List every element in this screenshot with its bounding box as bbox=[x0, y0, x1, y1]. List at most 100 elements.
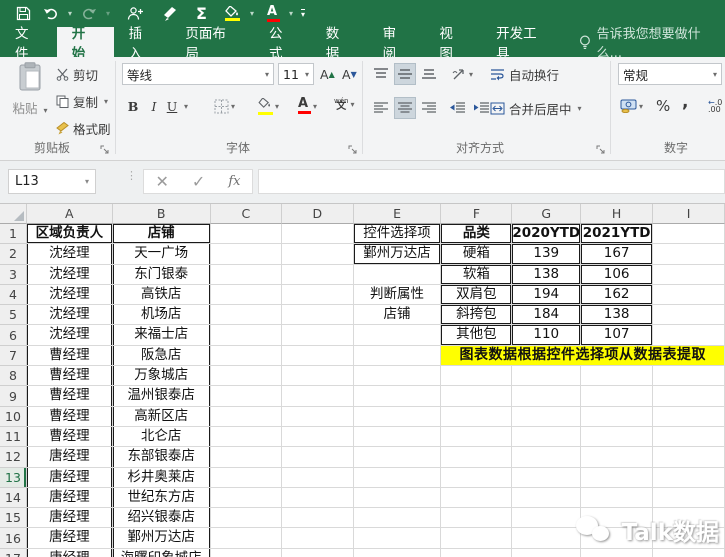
row-header-14[interactable]: 14 bbox=[0, 487, 27, 509]
cell-H17[interactable] bbox=[581, 548, 654, 557]
col-header-D[interactable]: D bbox=[282, 204, 354, 224]
cell-C3[interactable] bbox=[210, 264, 283, 285]
cell-D3[interactable] bbox=[282, 264, 354, 285]
cell-A12[interactable]: 唐经理 bbox=[26, 447, 113, 468]
cell-G6[interactable]: 110 bbox=[512, 325, 582, 346]
comma-style-button[interactable]: , bbox=[680, 91, 690, 113]
cell-C5[interactable] bbox=[210, 305, 283, 326]
cell-G12[interactable] bbox=[512, 447, 582, 468]
wrap-text-button[interactable]: 自动换行 bbox=[490, 64, 559, 84]
borders-button[interactable]: ▾ bbox=[212, 95, 237, 117]
cell-I13[interactable] bbox=[653, 467, 725, 488]
cell-D10[interactable] bbox=[282, 406, 354, 427]
cell-I17[interactable] bbox=[653, 548, 725, 557]
cell-H3[interactable]: 106 bbox=[581, 264, 654, 285]
cell-E16[interactable] bbox=[353, 528, 442, 549]
row-header-2[interactable]: 2 bbox=[0, 244, 27, 265]
cell-H8[interactable] bbox=[581, 366, 654, 387]
merge-center-button[interactable]: 合并后居中 ▾ bbox=[490, 98, 582, 118]
cell-F8[interactable] bbox=[441, 366, 513, 387]
cell-C11[interactable] bbox=[210, 426, 283, 448]
cell-G16[interactable] bbox=[512, 528, 582, 549]
row-header-1[interactable]: 1 bbox=[0, 224, 27, 245]
bottom-align-button[interactable] bbox=[418, 63, 440, 85]
cell-B11[interactable]: 北仑店 bbox=[112, 426, 211, 448]
cell-C2[interactable] bbox=[210, 244, 283, 265]
cell-D12[interactable] bbox=[282, 447, 354, 468]
cell-E15[interactable] bbox=[353, 508, 442, 529]
col-header-G[interactable]: G bbox=[512, 204, 582, 224]
yellow-note-cell[interactable]: 图表数据根据控件选择项从数据表提取 bbox=[441, 345, 725, 367]
cell-F17[interactable] bbox=[441, 548, 513, 557]
cell-F5[interactable]: 斜挎包 bbox=[441, 305, 513, 326]
cell-G15[interactable] bbox=[512, 508, 582, 529]
row-header-10[interactable]: 10 bbox=[0, 406, 27, 427]
col-header-F[interactable]: F bbox=[441, 204, 513, 224]
cell-D17[interactable] bbox=[282, 548, 354, 557]
cell-C12[interactable] bbox=[210, 447, 283, 468]
underline-dropdown-icon[interactable]: ▾ bbox=[184, 102, 188, 111]
cell-A17[interactable]: 唐经理 bbox=[27, 548, 113, 557]
cell-C7[interactable] bbox=[210, 345, 283, 367]
cell-I1[interactable] bbox=[653, 224, 725, 245]
cell-I14[interactable] bbox=[653, 487, 725, 509]
cell-H1[interactable]: 2021YTD bbox=[581, 224, 654, 245]
cell-A4[interactable]: 沈经理 bbox=[26, 284, 113, 306]
formula-bar-resize-handle[interactable]: ⋮ bbox=[126, 170, 137, 181]
cell-F9[interactable] bbox=[441, 386, 513, 407]
cell-H14[interactable] bbox=[581, 487, 654, 509]
cell-E14[interactable] bbox=[353, 487, 442, 509]
cell-F15[interactable] bbox=[441, 508, 513, 529]
cell-I9[interactable] bbox=[653, 386, 725, 407]
col-header-B[interactable]: B bbox=[112, 204, 211, 224]
cell-B16[interactable]: 鄞州万达店 bbox=[112, 528, 211, 549]
cell-E4[interactable]: 判断属性 bbox=[353, 284, 442, 306]
row-header-13[interactable]: 13 bbox=[0, 467, 27, 488]
cell-G13[interactable] bbox=[512, 467, 582, 488]
tab-insert[interactable]: 插入 bbox=[114, 26, 171, 62]
font-color-button[interactable]: A ▾ bbox=[296, 95, 319, 117]
cell-A1[interactable]: 区域负责人 bbox=[26, 224, 113, 245]
cell-G4[interactable]: 194 bbox=[512, 284, 582, 306]
cell-D5[interactable] bbox=[282, 305, 354, 326]
cell-G8[interactable] bbox=[512, 366, 582, 387]
row-header-17[interactable]: 17 bbox=[0, 548, 27, 557]
cell-I5[interactable] bbox=[653, 305, 725, 326]
cell-I6[interactable] bbox=[653, 325, 725, 346]
col-header-C[interactable]: C bbox=[210, 204, 283, 224]
tell-me-box[interactable]: 告诉我您想要做什么... bbox=[579, 27, 725, 61]
tab-file[interactable]: 文件 bbox=[0, 26, 57, 62]
cell-A10[interactable]: 曹经理 bbox=[26, 406, 113, 427]
cell-B7[interactable]: 阪急店 bbox=[112, 345, 211, 367]
number-format-select[interactable]: 常规 ▾ bbox=[618, 63, 722, 85]
cell-B5[interactable]: 机场店 bbox=[112, 305, 211, 326]
cell-G14[interactable] bbox=[512, 487, 582, 509]
cell-B13[interactable]: 杉井奥莱店 bbox=[112, 467, 211, 488]
fill-color-dropdown-icon[interactable]: ▾ bbox=[249, 9, 255, 18]
tab-developer[interactable]: 开发工具 bbox=[481, 26, 565, 62]
cell-E1[interactable]: 控件选择项 bbox=[353, 224, 442, 245]
cell-E3[interactable] bbox=[353, 264, 442, 285]
cell-E5[interactable]: 店铺 bbox=[353, 305, 442, 326]
cell-F2[interactable]: 硬箱 bbox=[441, 244, 513, 265]
cell-A15[interactable]: 唐经理 bbox=[26, 508, 113, 529]
cell-G3[interactable]: 138 bbox=[512, 264, 582, 285]
tab-home[interactable]: 开始 bbox=[56, 26, 114, 62]
insert-function-icon[interactable]: fx bbox=[228, 174, 240, 189]
col-header-A[interactable]: A bbox=[26, 204, 113, 224]
col-header-I[interactable]: I bbox=[653, 204, 725, 224]
cell-B15[interactable]: 绍兴银泰店 bbox=[112, 508, 211, 529]
cell-F11[interactable] bbox=[441, 426, 513, 448]
top-align-button[interactable] bbox=[370, 63, 392, 85]
cell-F4[interactable]: 双肩包 bbox=[441, 284, 513, 306]
row-header-12[interactable]: 12 bbox=[0, 447, 27, 468]
cell-I10[interactable] bbox=[653, 406, 725, 427]
cell-E11[interactable] bbox=[353, 426, 442, 448]
cell-D1[interactable] bbox=[282, 224, 354, 245]
cell-H11[interactable] bbox=[581, 426, 654, 448]
accounting-format-button[interactable]: ▾ bbox=[618, 95, 645, 117]
tab-formulas[interactable]: 公式 bbox=[254, 26, 311, 62]
cut-button[interactable]: 剪切 bbox=[56, 64, 98, 84]
paste-button[interactable]: 粘贴 ▾ bbox=[8, 62, 52, 146]
row-header-16[interactable]: 16 bbox=[0, 528, 27, 549]
